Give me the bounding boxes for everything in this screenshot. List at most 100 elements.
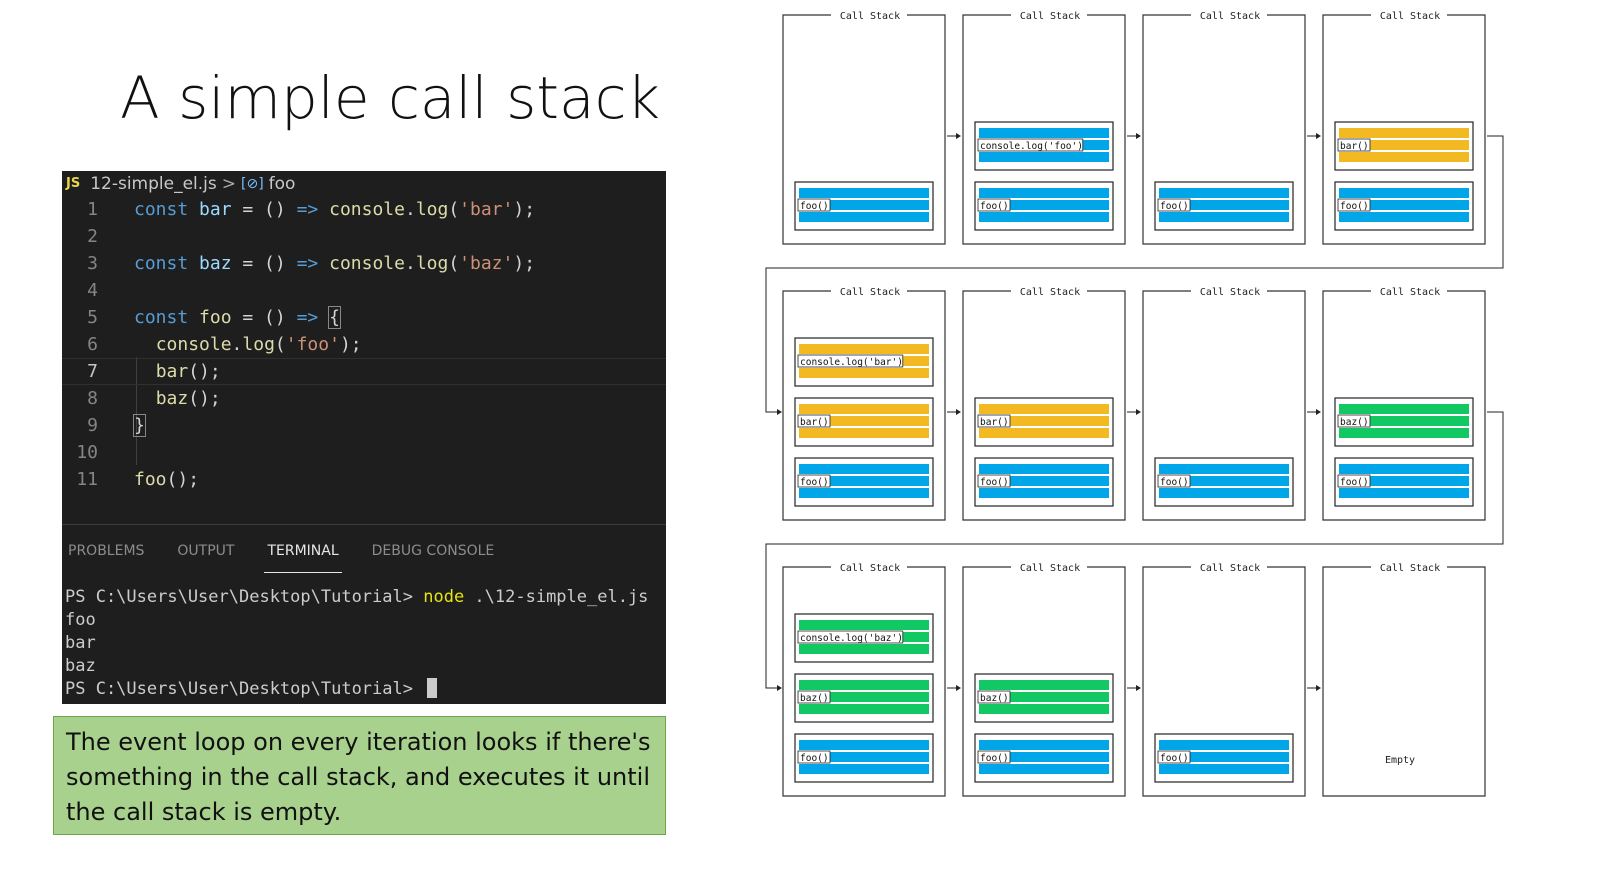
stack-frame-label-bg <box>977 750 1011 764</box>
javascript-file-icon: JS <box>66 176 81 191</box>
stack-frame-label-bg <box>797 630 904 644</box>
code-token: log <box>242 334 275 355</box>
stack-frame-label-bg <box>797 414 831 428</box>
line-number: 6 <box>87 334 98 355</box>
stack-frame-label-bg <box>797 198 831 212</box>
code-token: . <box>404 253 416 274</box>
arrow-head <box>956 133 961 139</box>
breadcrumb-symbol[interactable]: foo <box>269 174 296 194</box>
stack-frame-box <box>1154 457 1294 507</box>
stack-frame-stripe <box>1339 404 1469 414</box>
stack-frame-label: console.log('bar') <box>800 357 903 368</box>
code-token: { <box>328 306 341 329</box>
stack-frame-label-bg <box>1337 414 1371 428</box>
stack-frame-stripe <box>799 404 929 414</box>
code-token: ); <box>513 253 536 274</box>
code-token: (); <box>188 388 221 409</box>
code-line[interactable]: 11 foo(); <box>62 466 666 493</box>
stack-frame-box <box>1154 181 1294 231</box>
arrow-head <box>1136 685 1141 691</box>
call-stack-frame <box>962 290 1126 521</box>
code-line[interactable]: 1 const bar = () => console.log('bar'); <box>62 196 666 223</box>
arrow-head <box>956 685 961 691</box>
code-text: console.log('foo'); <box>134 331 362 358</box>
stack-frame-label-bg <box>1337 198 1371 212</box>
code-line[interactable]: 7 bar(); <box>62 358 666 385</box>
code-line[interactable]: 8 baz(); <box>62 385 666 412</box>
code-token: = () <box>231 307 297 328</box>
stack-frame-stripe <box>799 680 929 690</box>
code-line[interactable]: 3 const baz = () => console.log('baz'); <box>62 250 666 277</box>
terminal-cursor <box>427 678 438 698</box>
breadcrumb-separator: > <box>221 173 236 194</box>
code-line[interactable]: 5 const foo = () => { <box>62 304 666 331</box>
code-text: } <box>133 412 146 439</box>
stack-frame-label: bar() <box>1340 141 1369 152</box>
stack-frame-label: foo() <box>800 477 829 488</box>
tab-output[interactable]: OUTPUT <box>177 525 234 573</box>
stack-frame-label-bg <box>1337 138 1371 152</box>
wrap-connector <box>765 135 1504 413</box>
stack-frame-label-bg <box>797 690 831 704</box>
stack-frame-label: foo() <box>800 753 829 764</box>
stack-frame-box <box>794 673 934 723</box>
code-line[interactable]: 4 <box>62 277 666 304</box>
code-token: const <box>134 199 200 220</box>
call-stack-title: Call Stack <box>1020 287 1080 298</box>
stack-frame-box <box>974 733 1114 783</box>
stack-frame-stripe <box>799 344 929 354</box>
code-token: . <box>404 199 416 220</box>
stack-frame-stripe <box>799 200 929 210</box>
stack-frame-stripe <box>979 128 1109 138</box>
tab-terminal[interactable]: TERMINAL <box>264 525 342 573</box>
stack-frame-label: foo() <box>1160 753 1189 764</box>
stack-frame-box <box>1154 733 1294 783</box>
stack-frame-stripe <box>799 632 929 642</box>
call-stack-title: Call Stack <box>1020 563 1080 574</box>
line-number: 10 <box>76 442 98 463</box>
stack-frame-stripe <box>799 620 929 630</box>
line-number: 4 <box>87 280 98 301</box>
stack-frame-label: foo() <box>1160 201 1189 212</box>
stack-frame-stripe <box>799 764 929 774</box>
code-token: => <box>296 253 319 274</box>
stack-frame-label-bg <box>977 690 1011 704</box>
stack-frame-label: baz() <box>980 693 1009 704</box>
tab-debug-console[interactable]: DEBUG CONSOLE <box>372 525 495 573</box>
code-text: foo(); <box>134 466 199 493</box>
stack-frame-box <box>1334 457 1474 507</box>
stack-frame-label: foo() <box>800 201 829 212</box>
stack-frame-stripe <box>979 740 1109 750</box>
code-text: const bar = () => console.log('bar'); <box>134 196 535 223</box>
terminal-prompt: PS C:\Users\User\Desktop\Tutorial> <box>65 679 424 699</box>
stack-frame-stripe <box>979 704 1109 714</box>
line-number: 2 <box>87 226 98 247</box>
stack-frame-box <box>974 121 1114 171</box>
stack-frame-label-bg <box>1157 474 1191 488</box>
code-line[interactable]: 6 console.log('foo'); <box>62 331 666 358</box>
terminal[interactable]: PS C:\Users\User\Desktop\Tutorial> node … <box>62 573 666 701</box>
stack-frame-label-bg <box>797 354 904 368</box>
code-area[interactable]: 1 const bar = () => console.log('bar'); 2 3… <box>62 196 666 522</box>
code-line[interactable]: 2 <box>62 223 666 250</box>
stack-frame-stripe <box>1339 128 1469 138</box>
code-line[interactable]: 10 <box>62 439 666 466</box>
stack-frame-stripe <box>799 416 929 426</box>
code-line[interactable]: 9} <box>62 412 666 439</box>
line-number: 7 <box>87 361 98 382</box>
stack-frame-label: bar() <box>980 417 1009 428</box>
stack-frame-stripe <box>1159 464 1289 474</box>
panel-tabs: PROBLEMS OUTPUT TERMINAL DEBUG CONSOLE <box>62 525 666 573</box>
code-token: foo <box>199 307 232 328</box>
stack-frame-stripe <box>979 404 1109 414</box>
call-stack-title: Call Stack <box>1380 287 1440 298</box>
code-token: ( <box>274 334 286 355</box>
code-token: = () <box>231 199 297 220</box>
stack-frame-stripe <box>1339 188 1469 198</box>
tab-problems[interactable]: PROBLEMS <box>68 525 144 573</box>
breadcrumb-file[interactable]: 12-simple_el.js <box>90 174 217 194</box>
